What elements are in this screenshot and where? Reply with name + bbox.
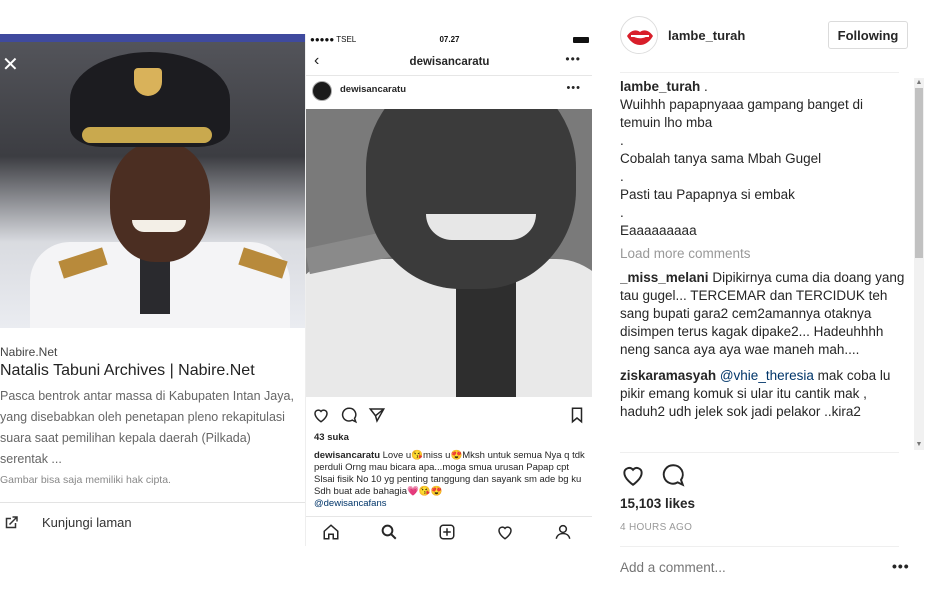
caption-mention[interactable]: @dewisancafans — [314, 498, 387, 509]
caption-line: . — [620, 169, 624, 184]
post-timestamp: 4 HOURS AGO — [620, 522, 693, 533]
caption-line: Eaaaaaaaaa — [620, 223, 697, 238]
bookmark-icon[interactable] — [568, 406, 586, 424]
avatar[interactable] — [620, 16, 658, 54]
caption-line: Pasti tau Papapnya si embak — [620, 187, 795, 202]
post-more-icon[interactable]: ••• — [566, 82, 581, 94]
phone-header: ‹ dewisancaratu ••• — [306, 48, 592, 76]
result-title[interactable]: Natalis Tabuni Archives | Nabire.Net — [0, 362, 306, 380]
visit-page-button[interactable]: Kunjungi laman — [0, 510, 306, 538]
caption-line: . — [620, 133, 624, 148]
post-author-row: dewisancaratu ••• — [306, 76, 592, 106]
comment-icon[interactable] — [340, 406, 358, 424]
visit-page-label: Kunjungi laman — [42, 515, 132, 530]
comment-username[interactable]: _miss_melani — [620, 270, 709, 285]
phone-header-title: dewisancaratu — [409, 56, 490, 68]
home-icon[interactable] — [322, 523, 340, 541]
lips-logo-icon — [622, 18, 657, 53]
heart-icon[interactable] — [620, 462, 646, 488]
photo-tie — [456, 277, 516, 397]
phone-screenshot: ●●●●● TSEL 07.27 ‹ dewisancaratu ••• dew… — [305, 34, 592, 546]
post-actions — [620, 462, 720, 488]
photo-face — [110, 142, 210, 262]
likes-count[interactable]: 15,103 likes — [620, 496, 695, 511]
scroll-thumb[interactable] — [915, 88, 923, 258]
post-actions — [306, 402, 592, 428]
screenshot-root: ✕ Nabire.Net Natalis Tabuni Archives | N… — [0, 0, 927, 594]
add-post-icon[interactable] — [438, 523, 456, 541]
status-bar: ●●●●● TSEL 07.27 — [306, 34, 592, 46]
panel-top-bar — [0, 34, 306, 42]
search-icon[interactable] — [380, 523, 398, 541]
heart-icon[interactable] — [312, 406, 330, 424]
photo-cap-brim — [82, 127, 212, 143]
post-username[interactable]: dewisancaratu — [340, 84, 406, 95]
scroll-down-icon[interactable]: ▼ — [914, 440, 924, 450]
avatar[interactable] — [312, 81, 332, 101]
divider — [620, 452, 899, 453]
divider — [0, 502, 306, 503]
caption-line: Cobalah tanya sama Mbah Gugel — [620, 151, 822, 166]
comment-item: ziskaramasyah @vhie_theresia mak coba lu… — [620, 367, 906, 421]
load-more-comments[interactable]: Load more comments — [620, 246, 906, 261]
profile-icon[interactable] — [554, 523, 572, 541]
comments-scrollbar[interactable]: ▲ ▼ — [914, 78, 924, 450]
more-icon[interactable]: ••• — [565, 52, 581, 66]
add-comment-input[interactable] — [620, 560, 870, 575]
caption-head: . — [704, 79, 708, 94]
more-options-icon[interactable]: ••• — [892, 558, 910, 574]
photo-tie — [140, 254, 170, 314]
photo-smile — [132, 220, 186, 232]
divider — [620, 72, 899, 73]
post-likes: 43 suka — [314, 432, 349, 443]
photo-smile — [426, 214, 536, 240]
scroll-up-icon[interactable]: ▲ — [914, 78, 924, 88]
photo-face — [366, 109, 576, 289]
bottom-nav — [306, 516, 592, 546]
image-result-panel: ✕ Nabire.Net Natalis Tabuni Archives | N… — [0, 34, 306, 546]
caption-username[interactable]: lambe_turah — [620, 79, 700, 94]
post-header: lambe_turah Following — [620, 16, 920, 60]
following-button[interactable]: Following — [828, 21, 908, 49]
comments-list: lambe_turah . Wuihhh papapnyaaa gampang … — [620, 78, 906, 450]
result-image[interactable]: ✕ — [0, 42, 306, 328]
comment-icon[interactable] — [660, 462, 686, 488]
caption-line: . — [620, 205, 624, 220]
comment-username[interactable]: ziskaramasyah — [620, 368, 716, 383]
copyright-note: Gambar bisa saja memiliki hak cipta. — [0, 474, 171, 486]
post-caption: dewisancaratu Love u😘miss u😍Mksh untuk s… — [314, 450, 586, 510]
post-caption: lambe_turah . Wuihhh papapnyaaa gampang … — [620, 78, 906, 240]
activity-heart-icon[interactable] — [496, 523, 514, 541]
caption-line: Wuihhh papapnyaaa gampang banget di temu… — [620, 97, 863, 130]
post-username[interactable]: lambe_turah — [668, 28, 745, 43]
result-description: Pasca bentrok antar massa di Kabupaten I… — [0, 389, 294, 466]
caption-username[interactable]: dewisancaratu — [314, 450, 380, 461]
close-icon[interactable]: ✕ — [2, 55, 20, 75]
comment-mention[interactable]: @vhie_theresia — [720, 368, 814, 383]
battery-icon — [573, 37, 589, 43]
comment-item: _miss_melani Dipikirnya cuma dia doang y… — [620, 269, 906, 359]
post-photo[interactable] — [306, 109, 592, 397]
open-external-icon — [5, 516, 18, 529]
result-source: Nabire.Net — [0, 345, 58, 359]
photo-cap-badge — [134, 68, 162, 96]
divider — [620, 546, 899, 547]
status-time: 07.27 — [439, 35, 460, 44]
share-icon[interactable] — [368, 406, 386, 424]
instagram-post-sidebar: lambe_turah Following lambe_turah . Wuih… — [592, 0, 927, 594]
